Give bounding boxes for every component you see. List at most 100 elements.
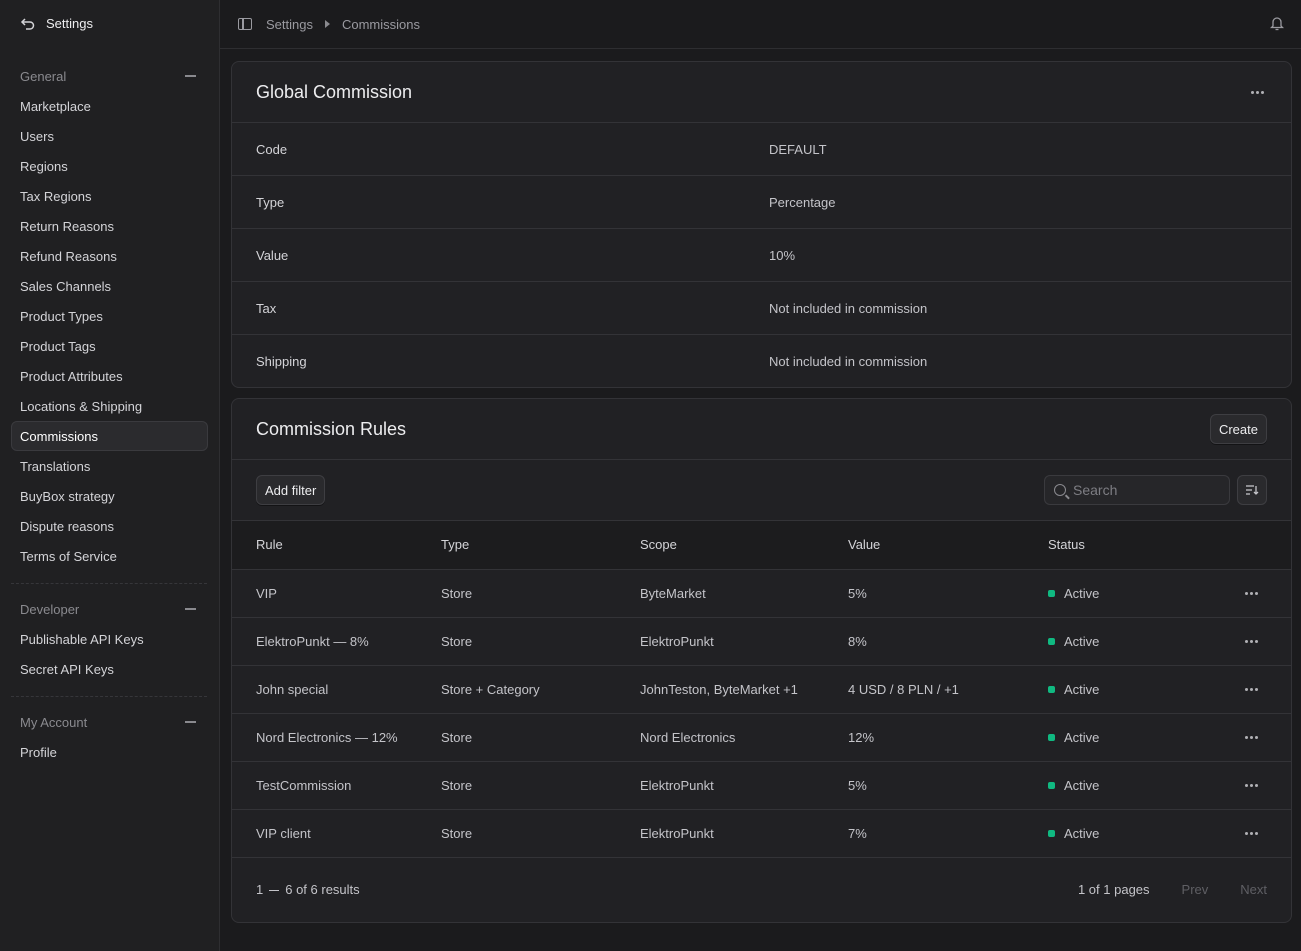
kv-value: 10%	[769, 247, 796, 263]
sidebar-item-commissions[interactable]: Commissions	[11, 421, 208, 451]
row-more-icon[interactable]	[1241, 583, 1261, 603]
sidebar-group-general: General Marketplace Users Regions Tax Re…	[0, 61, 220, 596]
column-header-scope[interactable]: Scope	[640, 521, 848, 570]
sidebar-item-publishable-api-keys[interactable]: Publishable API Keys	[0, 624, 209, 654]
column-header-status[interactable]: Status	[1048, 521, 1228, 570]
section-heading: My Account	[20, 714, 88, 730]
range-start: 1	[256, 882, 264, 897]
sidebar-section-my-account[interactable]: My Account	[0, 707, 220, 737]
cell-scope: ElektroPunkt	[640, 617, 848, 666]
kv-row-tax: Tax Not included in commission	[232, 282, 1291, 335]
table-row[interactable]: John special Store + Category JohnTeston…	[232, 665, 1291, 714]
column-header-rule[interactable]: Rule	[232, 521, 441, 570]
cell-value: 5%	[848, 569, 1048, 618]
table-row[interactable]: VIP client Store ElektroPunkt 7% Active	[232, 809, 1291, 858]
cell-status: Active	[1048, 617, 1228, 666]
kv-key: Value	[256, 247, 289, 263]
prev-button[interactable]: Prev	[1182, 882, 1209, 897]
collapse-icon[interactable]	[185, 75, 196, 77]
status-badge: Active	[1064, 681, 1100, 697]
row-more-icon[interactable]	[1241, 631, 1261, 651]
more-options-icon[interactable]	[1247, 82, 1267, 102]
card-header: Commission Rules Create	[232, 399, 1291, 460]
status-badge: Active	[1064, 633, 1100, 649]
row-more-icon[interactable]	[1241, 727, 1261, 747]
column-header-value[interactable]: Value	[848, 521, 1048, 570]
cell-actions	[1228, 569, 1291, 618]
cell-actions	[1228, 617, 1291, 666]
row-more-icon[interactable]	[1241, 775, 1261, 795]
sidebar-item-product-attributes[interactable]: Product Attributes	[0, 361, 209, 391]
kv-row-shipping: Shipping Not included in commission	[232, 335, 1291, 388]
cell-rule: VIP client	[232, 809, 441, 858]
card-header: Global Commission	[232, 62, 1291, 123]
table-row[interactable]: VIP Store ByteMarket 5% Active	[232, 569, 1291, 618]
status-badge: Active	[1064, 825, 1100, 841]
filter-toolbar: Add filter Search	[232, 460, 1291, 521]
bell-icon[interactable]	[1270, 16, 1284, 31]
row-more-icon[interactable]	[1241, 823, 1261, 843]
kv-key: Code	[256, 141, 288, 157]
search-input[interactable]: Search	[1044, 475, 1230, 505]
search-icon	[1054, 484, 1066, 496]
topbar: Settings Commissions	[220, 0, 1301, 49]
status-dot-icon	[1048, 685, 1055, 693]
sidebar-item-marketplace[interactable]: Marketplace	[0, 91, 209, 121]
sidebar-group-developer: Developer Publishable API Keys Secret AP…	[0, 594, 220, 709]
global-commission-card: Global Commission Code DEFAULT Type Perc…	[231, 61, 1292, 388]
sidebar-item-dispute-reasons[interactable]: Dispute reasons	[0, 511, 209, 541]
column-header-type[interactable]: Type	[441, 521, 640, 570]
cell-status: Active	[1048, 761, 1228, 810]
sidebar-item-return-reasons[interactable]: Return Reasons	[0, 211, 209, 241]
cell-value: 5%	[848, 761, 1048, 810]
sidebar-section-developer[interactable]: Developer	[0, 594, 220, 624]
next-button[interactable]: Next	[1240, 882, 1267, 897]
column-header-actions	[1228, 521, 1291, 570]
sidebar-item-secret-api-keys[interactable]: Secret API Keys	[0, 654, 209, 684]
sidebar-section-general[interactable]: General	[0, 61, 220, 91]
create-button[interactable]: Create	[1209, 414, 1267, 444]
row-more-icon[interactable]	[1241, 679, 1261, 699]
table-row[interactable]: TestCommission Store ElektroPunkt 5% Act…	[232, 761, 1291, 810]
cell-actions	[1228, 665, 1291, 714]
sidebar-back-settings[interactable]: Settings	[0, 0, 219, 47]
sort-button[interactable]	[1237, 475, 1267, 505]
sidebar-item-tax-regions[interactable]: Tax Regions	[0, 181, 209, 211]
commission-rules-table: Rule Type Scope Value Status VIP Store B…	[232, 521, 1291, 858]
cell-status: Active	[1048, 713, 1228, 762]
table-row[interactable]: Nord Electronics — 12% Store Nord Electr…	[232, 713, 1291, 762]
status-dot-icon	[1048, 589, 1055, 597]
pagination: 1 6 of 6 results 1 of 1 pages Prev Next	[232, 858, 1291, 922]
kv-key: Type	[256, 194, 285, 210]
sidebar-item-buybox-strategy[interactable]: BuyBox strategy	[0, 481, 209, 511]
sidebar-item-sales-channels[interactable]: Sales Channels	[0, 271, 209, 301]
cell-actions	[1228, 761, 1291, 810]
results-count: 1 6 of 6 results	[256, 882, 360, 897]
cell-scope: ByteMarket	[640, 569, 848, 618]
breadcrumb-settings[interactable]: Settings	[266, 17, 313, 32]
table-row[interactable]: ElektroPunkt — 8% Store ElektroPunkt 8% …	[232, 617, 1291, 666]
cell-scope: ElektroPunkt	[640, 809, 848, 858]
cell-type: Store + Category	[441, 665, 640, 714]
cell-rule: Nord Electronics — 12%	[232, 713, 441, 762]
sidebar-item-terms-of-service[interactable]: Terms of Service	[0, 541, 209, 571]
status-dot-icon	[1048, 733, 1055, 741]
sidebar-item-translations[interactable]: Translations	[0, 451, 209, 481]
collapse-icon[interactable]	[185, 721, 196, 723]
status-dot-icon	[1048, 637, 1055, 645]
sidebar-item-profile[interactable]: Profile	[0, 737, 209, 767]
add-filter-button[interactable]: Add filter	[256, 475, 326, 505]
sidebar-item-product-types[interactable]: Product Types	[0, 301, 209, 331]
sidebar-item-locations-shipping[interactable]: Locations & Shipping	[0, 391, 209, 421]
sidebar-item-refund-reasons[interactable]: Refund Reasons	[0, 241, 209, 271]
section-heading: Developer	[20, 601, 80, 617]
status-badge: Active	[1064, 585, 1100, 601]
collapse-icon[interactable]	[185, 608, 196, 610]
cell-scope: ElektroPunkt	[640, 761, 848, 810]
cell-actions	[1228, 809, 1291, 858]
table-header-row: Rule Type Scope Value Status	[232, 521, 1291, 570]
sidebar-toggle-icon[interactable]	[238, 18, 252, 30]
sidebar-item-users[interactable]: Users	[0, 121, 209, 151]
sidebar-item-regions[interactable]: Regions	[0, 151, 209, 181]
sidebar-item-product-tags[interactable]: Product Tags	[0, 331, 209, 361]
